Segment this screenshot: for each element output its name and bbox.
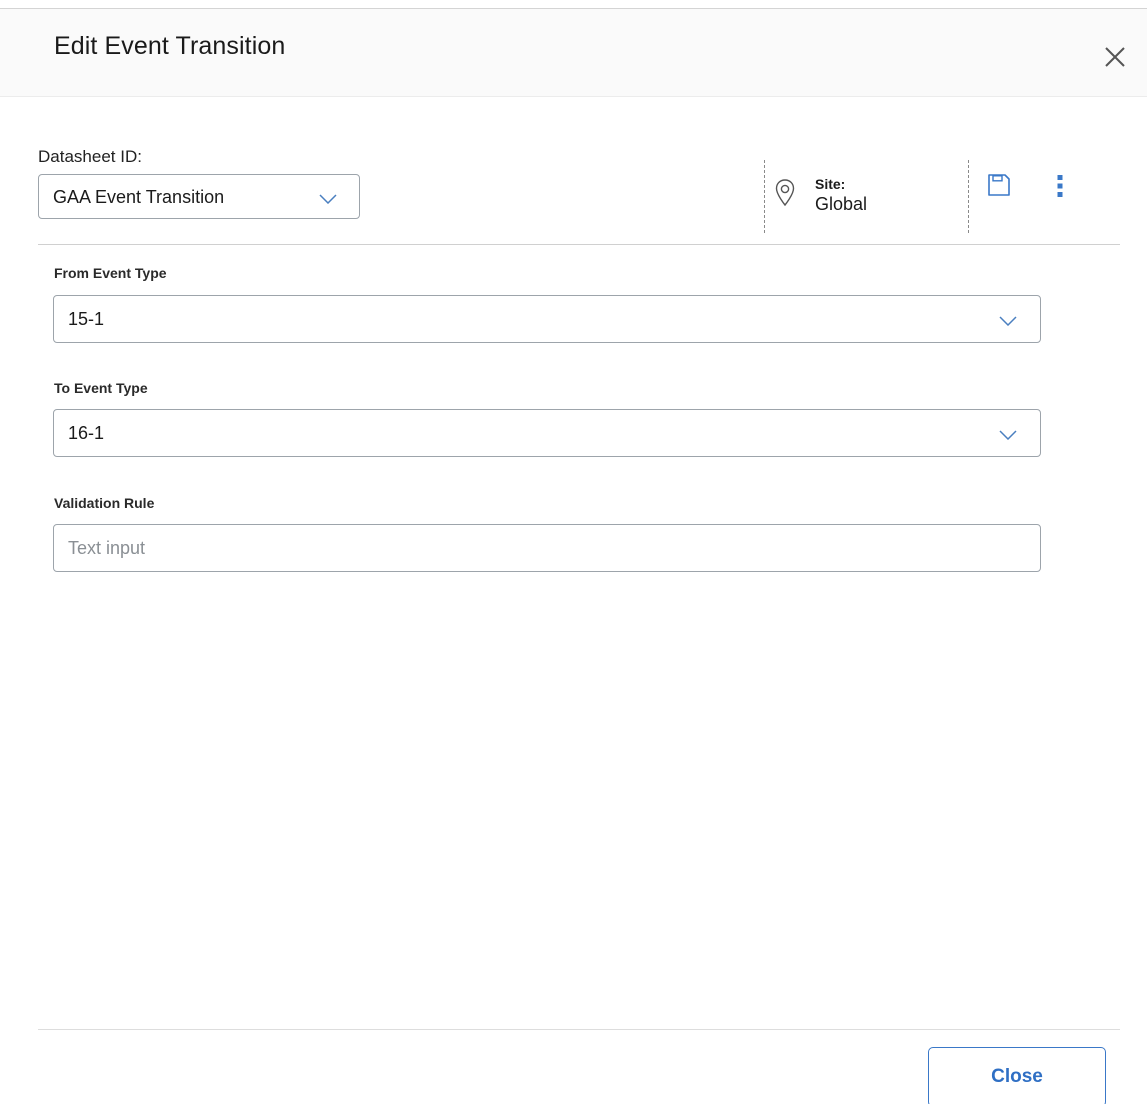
section-divider <box>38 244 1120 245</box>
from-event-type-value: 15-1 <box>68 309 105 329</box>
to-event-type-select[interactable]: 16-1 <box>53 409 1041 457</box>
chevron-down-icon <box>999 430 1017 440</box>
to-event-type-value: 16-1 <box>68 423 105 443</box>
dialog-header: Edit Event Transition <box>0 9 1147 97</box>
datasheet-id-label: Datasheet ID: <box>38 147 142 166</box>
site-value: Global <box>815 194 868 214</box>
dialog-title: Edit Event Transition <box>54 32 286 60</box>
close-icon[interactable] <box>1100 42 1130 72</box>
from-event-type-select[interactable]: 15-1 <box>53 295 1041 343</box>
to-event-type-label: To Event Type <box>54 380 148 396</box>
site-label: Site: <box>815 176 846 192</box>
footer-divider <box>38 1029 1120 1030</box>
toolbar-divider <box>764 160 765 233</box>
more-vertical-icon[interactable] <box>1052 172 1068 200</box>
datasheet-id-value: GAA Event Transition <box>53 187 225 207</box>
toolbar-divider <box>968 160 969 233</box>
edit-event-transition-dialog: Edit Event Transition Datasheet ID: GAA … <box>0 0 1147 1104</box>
datasheet-id-select[interactable]: GAA Event Transition <box>38 174 360 219</box>
save-icon[interactable] <box>987 173 1011 197</box>
from-event-type-label: From Event Type <box>54 265 167 281</box>
close-button[interactable]: Close <box>928 1047 1106 1104</box>
validation-rule-input[interactable] <box>54 525 1040 571</box>
validation-rule-label: Validation Rule <box>54 495 155 511</box>
validation-rule-field <box>53 524 1041 572</box>
location-pin-icon <box>775 178 795 208</box>
chevron-down-icon <box>319 194 337 204</box>
chevron-down-icon <box>999 316 1017 326</box>
